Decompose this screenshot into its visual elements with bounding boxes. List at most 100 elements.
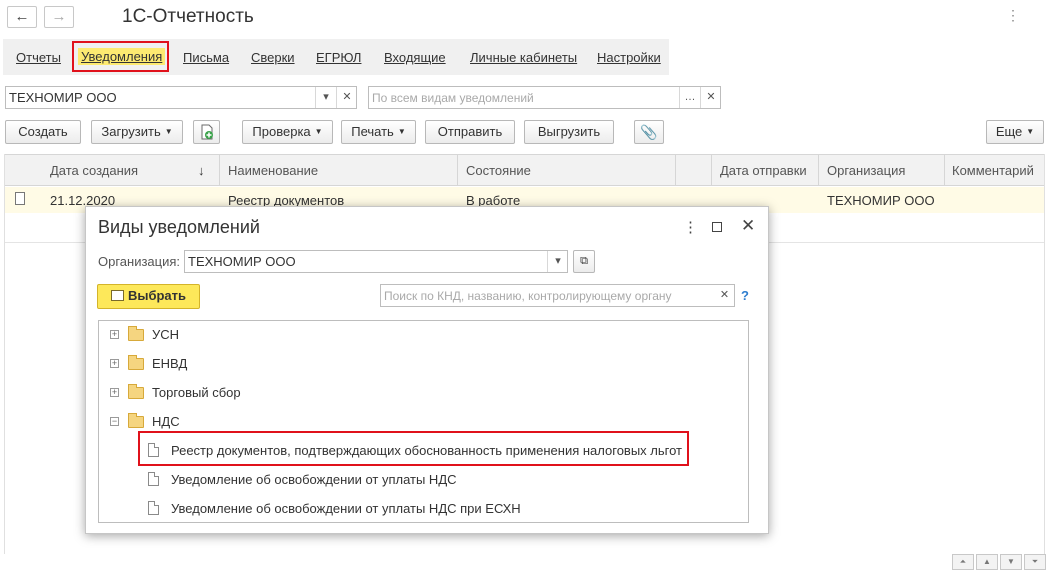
paperclip-icon: 📎 [640, 124, 658, 140]
organization-filter-value: ТЕХНОМИР ООО [9, 90, 117, 105]
notification-kind-placeholder: По всем видам уведомлений [372, 91, 534, 105]
select-ellipsis-icon[interactable]: … [679, 87, 700, 108]
notification-kind-filter[interactable]: По всем видам уведомлений … ✕ [368, 86, 721, 109]
document-icon [148, 501, 159, 515]
highlight-frame [138, 431, 689, 466]
tree-item-label: ЕНВД [152, 356, 188, 371]
row-organization: ТЕХНОМИР ООО [827, 193, 935, 208]
dropdown-icon[interactable]: ▾ [547, 251, 568, 272]
notification-kinds-tree: + УСН + ЕНВД + Торговый сбор − НДС Реест… [98, 320, 749, 523]
tree-item-label: УСН [152, 327, 180, 342]
tab-reconciliations[interactable]: Сверки [251, 50, 295, 65]
scroll-bottom-button[interactable]: ⏷ [1024, 554, 1046, 570]
expand-icon[interactable]: + [110, 388, 119, 397]
check-button[interactable]: Проверка ▼ [242, 120, 333, 144]
create-button[interactable]: Создать [5, 120, 81, 144]
dialog-search-placeholder: Поиск по КНД, названию, контролирующему … [384, 289, 672, 303]
tree-item-envd[interactable]: + ЕНВД [99, 355, 739, 375]
organization-filter[interactable]: ТЕХНОМИР ООО ▾ ✕ [5, 86, 357, 109]
back-button[interactable]: ← [7, 6, 37, 28]
clear-icon[interactable]: ✕ [714, 285, 735, 306]
dropdown-icon[interactable]: ▾ [315, 87, 336, 108]
send-button[interactable]: Отправить [425, 120, 515, 144]
chevron-down-icon: ▼ [164, 127, 173, 136]
column-state[interactable]: Состояние [466, 163, 531, 178]
window-menu-icon[interactable]: ⋮ [1006, 7, 1020, 24]
open-organization-button[interactable]: ⧉ [573, 250, 595, 273]
arrow-right-icon: → [51, 8, 67, 25]
first-page-icon: ⏶ [959, 557, 967, 566]
load-button-label: Загрузить [101, 124, 161, 139]
more-button-label: Еще [995, 124, 1023, 139]
document-icon [148, 472, 159, 486]
more-button[interactable]: Еще ▼ [986, 120, 1044, 144]
scroll-up-button[interactable]: ▲ [976, 554, 998, 570]
folder-icon [128, 355, 144, 370]
last-page-icon: ⏷ [1031, 557, 1039, 566]
tab-letters[interactable]: Письма [183, 50, 229, 65]
folder-icon [128, 326, 144, 341]
folder-icon [128, 413, 144, 428]
window-title: 1С-Отчетность [122, 6, 254, 27]
tree-item-nds[interactable]: − НДС [99, 413, 739, 433]
tab-personal-accounts[interactable]: Личные кабинеты [470, 50, 577, 65]
column-organization[interactable]: Организация [827, 163, 905, 178]
select-list-icon [110, 290, 124, 301]
tab-reports[interactable]: Отчеты [16, 50, 61, 65]
tab-egrul[interactable]: ЕГРЮЛ [316, 50, 361, 65]
tree-item-nds-exemption-eskhn[interactable]: Уведомление об освобождении от уплаты НД… [99, 500, 739, 520]
column-name[interactable]: Наименование [228, 163, 318, 178]
chevron-down-icon: ▼ [1007, 557, 1015, 566]
export-button[interactable]: Выгрузить [524, 120, 614, 144]
close-icon[interactable]: ✕ [741, 216, 755, 236]
select-button[interactable]: Выбрать [97, 284, 200, 309]
select-button-label: Выбрать [127, 288, 187, 303]
document-icon [15, 192, 25, 205]
clear-icon[interactable]: ✕ [336, 87, 357, 108]
chevron-down-icon: ▼ [1026, 127, 1035, 136]
table-header: Дата создания ↓ Наименование Состояние Д… [5, 154, 1044, 186]
tab-incoming[interactable]: Входящие [384, 50, 446, 65]
column-comment[interactable]: Комментарий [952, 163, 1034, 178]
arrow-left-icon: ← [14, 8, 30, 25]
add-file-button[interactable] [193, 120, 220, 144]
tab-settings[interactable]: Настройки [597, 50, 661, 65]
sort-arrow-icon[interactable]: ↓ [198, 163, 205, 178]
organization-label: Организация: [98, 254, 181, 269]
dialog-search-input[interactable]: Поиск по КНД, названию, контролирующему … [380, 284, 735, 307]
column-send-date[interactable]: Дата отправки [720, 163, 807, 178]
print-button[interactable]: Печать ▼ [341, 120, 416, 144]
collapse-icon[interactable]: − [110, 417, 119, 426]
help-icon[interactable]: ? [741, 288, 749, 303]
maximize-icon[interactable] [712, 222, 722, 232]
forward-button[interactable]: → [44, 6, 74, 28]
check-button-label: Проверка [252, 124, 311, 139]
tree-item-label: Торговый сбор [152, 385, 241, 400]
clear-icon[interactable]: ✕ [700, 87, 721, 108]
print-button-label: Печать [351, 124, 394, 139]
chevron-down-icon: ▼ [397, 127, 406, 136]
tree-item-trade-fee[interactable]: + Торговый сбор [99, 384, 739, 404]
load-button[interactable]: Загрузить ▼ [91, 120, 183, 144]
open-window-icon: ⧉ [580, 255, 588, 267]
tree-item-nds-exemption[interactable]: Уведомление об освобождении от уплаты НД… [99, 471, 739, 491]
dialog-menu-icon[interactable]: ⋮ [683, 218, 698, 236]
chevron-up-icon: ▲ [983, 557, 991, 566]
folder-icon [128, 384, 144, 399]
notification-kinds-dialog: Виды уведомлений ⋮ ✕ Организация: ТЕХНОМ… [85, 206, 769, 534]
attach-button[interactable]: 📎 [634, 120, 664, 144]
expand-icon[interactable]: + [110, 359, 119, 368]
tree-item-usn[interactable]: + УСН [99, 326, 739, 346]
expand-icon[interactable]: + [110, 330, 119, 339]
dialog-organization-value: ТЕХНОМИР ООО [188, 254, 296, 269]
column-date[interactable]: Дата создания [50, 163, 138, 178]
dialog-organization-field[interactable]: ТЕХНОМИР ООО ▾ [184, 250, 568, 273]
chevron-down-icon: ▼ [314, 127, 323, 136]
scroll-top-button[interactable]: ⏶ [952, 554, 974, 570]
scroll-down-button[interactable]: ▼ [1000, 554, 1022, 570]
dialog-title: Виды уведомлений [98, 217, 260, 237]
add-document-icon [201, 124, 213, 140]
tree-item-label: НДС [152, 414, 180, 429]
tree-item-label: Уведомление об освобождении от уплаты НД… [171, 501, 521, 516]
highlight-frame [72, 41, 169, 72]
